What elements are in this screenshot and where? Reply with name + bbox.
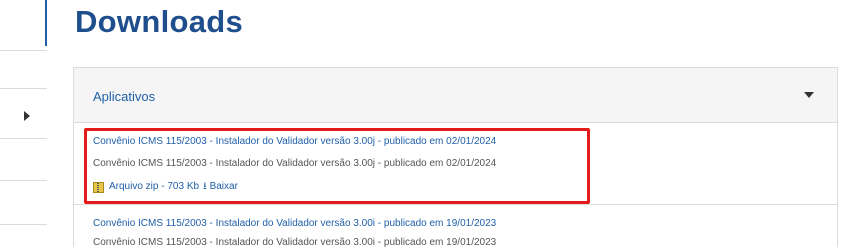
caret-down-icon[interactable] [804,92,814,98]
page-title: Downloads [75,4,244,39]
highlight-box [84,128,590,204]
chevron-right-icon[interactable] [24,111,30,121]
item-divider [74,204,837,205]
item-link[interactable]: Convênio ICMS 115/2003 - Instalador do V… [93,218,496,230]
sidebar [0,0,47,242]
sidebar-divider [0,88,47,89]
sidebar-divider [0,180,47,181]
sidebar-divider [0,224,47,225]
item-description: Convênio ICMS 115/2003 - Instalador do V… [93,237,497,248]
panel-title: Aplicativos [93,89,156,104]
sidebar-divider [0,50,47,51]
sidebar-divider [0,138,47,139]
sidebar-active-indicator [45,0,47,46]
list-item: Convênio ICMS 115/2003 - Instalador do V… [93,218,496,249]
panel-header-aplicativos[interactable]: Aplicativos [74,68,837,123]
